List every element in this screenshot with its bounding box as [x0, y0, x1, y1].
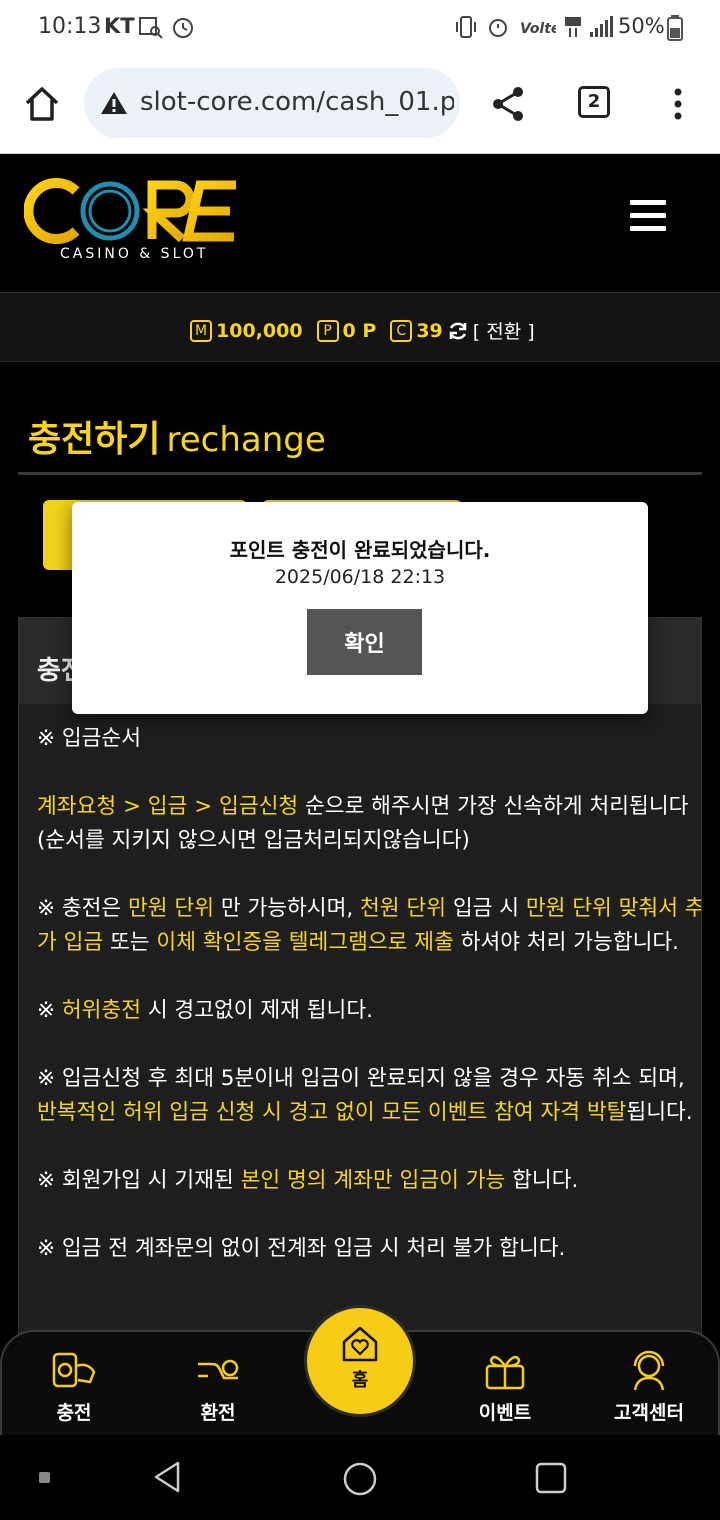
recents-icon[interactable] — [532, 1459, 570, 1497]
back-icon[interactable] — [150, 1459, 186, 1495]
headset-icon — [633, 1350, 665, 1391]
nav-exchange-label: 환전 — [200, 1402, 236, 1424]
alarm-small-icon — [489, 19, 507, 37]
status-time: 10:13 — [38, 14, 102, 39]
volte-icon: Volte — [520, 21, 556, 37]
android-status-bar: 10:13 KT Volte — [0, 0, 720, 56]
site-header: CASINO & SLOT — [0, 155, 720, 292]
deposit-info-panel: 충전 ※ 입금순서 계좌요청 > 입금 > 입금신청 순으로 해주시면 가장 신… — [18, 617, 702, 1357]
refresh-icon[interactable] — [447, 320, 469, 342]
confirm-button[interactable]: 확인 — [307, 609, 422, 675]
screen: 10:13 KT Volte — [0, 0, 720, 1520]
nav-event-label: 이벤트 — [478, 1402, 532, 1424]
nav-support[interactable]: 고객센터 — [599, 1342, 699, 1432]
title-divider — [18, 472, 702, 475]
svg-text:Volte: Volte — [520, 21, 556, 37]
warning-icon[interactable] — [100, 90, 128, 116]
nav-charge-label: 충전 — [56, 1402, 92, 1424]
hamburger-menu-button[interactable] — [630, 200, 670, 234]
charge-icon — [52, 1352, 96, 1388]
money-balance: 100,000 — [216, 319, 303, 342]
nav-home-label: 홈 — [351, 1370, 369, 1391]
nav-dot-icon[interactable] — [38, 1471, 52, 1485]
notice-order: 계좌요청 > 입금 > 입금신청 순으로 해주시면 가장 신속하게 처리됩니다 … — [37, 794, 689, 853]
core-logo[interactable] — [24, 177, 240, 245]
page-title-en: rechange — [166, 420, 326, 460]
battery-icon — [667, 15, 683, 41]
nav-exchange[interactable]: 환전 — [168, 1342, 268, 1432]
point-balance: 0 P — [342, 319, 377, 342]
battery-percent: 50% — [618, 14, 665, 38]
gallery-search-icon — [139, 17, 163, 39]
coin-icon: C — [390, 319, 413, 342]
balance-bar: M 100,000 P 0 P C 39 [ 전환 ] — [0, 292, 720, 362]
deposit-order-title: ※ 입금순서 — [37, 726, 141, 751]
share-icon[interactable] — [488, 84, 528, 124]
notice-auto-cancel: ※ 입금신청 후 최대 5분이내 입금이 완료되지 않을 경우 자동 취소 되며… — [37, 1066, 693, 1125]
hamburger-line — [630, 213, 666, 218]
nav-charge[interactable]: 충전 — [24, 1342, 124, 1432]
nav-home[interactable]: 홈 — [304, 1305, 416, 1417]
android-nav-bar — [0, 1435, 720, 1520]
gift-icon — [485, 1355, 525, 1390]
vibrate-icon — [456, 16, 476, 38]
tab-switcher-button[interactable]: 2 — [578, 86, 610, 118]
notice-unit: ※ 충전은 만원 단위 만 가능하시며, 천원 단위 입금 시 만원 단위 맞춰… — [37, 896, 702, 955]
nav-event[interactable]: 이벤트 — [455, 1342, 555, 1432]
money-icon: M — [190, 319, 212, 342]
address-bar[interactable]: slot-core.com/cash_01.php — [84, 68, 460, 138]
logo-tagline: CASINO & SLOT — [60, 246, 209, 262]
hamburger-line — [630, 200, 666, 205]
point-icon: P — [316, 319, 339, 342]
charge-complete-dialog: 포인트 충전이 완료되었습니다. 2025/06/18 22:13 확인 — [72, 502, 648, 714]
more-menu-icon[interactable] — [668, 84, 688, 124]
home-circle-icon[interactable] — [340, 1459, 380, 1499]
nav-support-label: 고객센터 — [614, 1402, 684, 1424]
exchange-icon — [198, 1359, 239, 1380]
convert-button[interactable]: [ 전환 ] — [473, 317, 535, 344]
home-icon[interactable] — [22, 84, 62, 124]
status-carrier: KT — [104, 14, 135, 38]
notice-false-charge: ※ 허위충전 시 경고없이 제재 됩니다. — [37, 998, 373, 1023]
home-heart-icon — [342, 1326, 378, 1362]
signal-icon — [590, 16, 613, 37]
alarm-icon — [173, 18, 193, 38]
page-title: 충전하기 rechange — [28, 410, 326, 462]
url-text[interactable]: slot-core.com/cash_01.php — [140, 87, 454, 117]
notice-account-inquiry: ※ 입금 전 계좌문의 없이 전계좌 입금 시 처리 불가 합니다. — [37, 1236, 566, 1261]
page-title-ko: 충전하기 — [28, 419, 161, 460]
dialog-message: 포인트 충전이 완료되었습니다. — [229, 538, 491, 562]
hamburger-line — [630, 226, 666, 231]
notice-own-account: ※ 회원가입 시 기재된 본인 명의 계좌만 입금이 가능 합니다. — [37, 1168, 579, 1193]
dialog-datetime: 2025/06/18 22:13 — [274, 566, 446, 588]
panel-body: ※ 입금순서 계좌요청 > 입금 > 입금신청 순으로 해주시면 가장 신속하게… — [37, 722, 702, 1300]
coin-balance: 39 — [416, 319, 443, 342]
lte-icon — [565, 17, 581, 37]
browser-toolbar: slot-core.com/cash_01.php 2 — [0, 56, 720, 154]
